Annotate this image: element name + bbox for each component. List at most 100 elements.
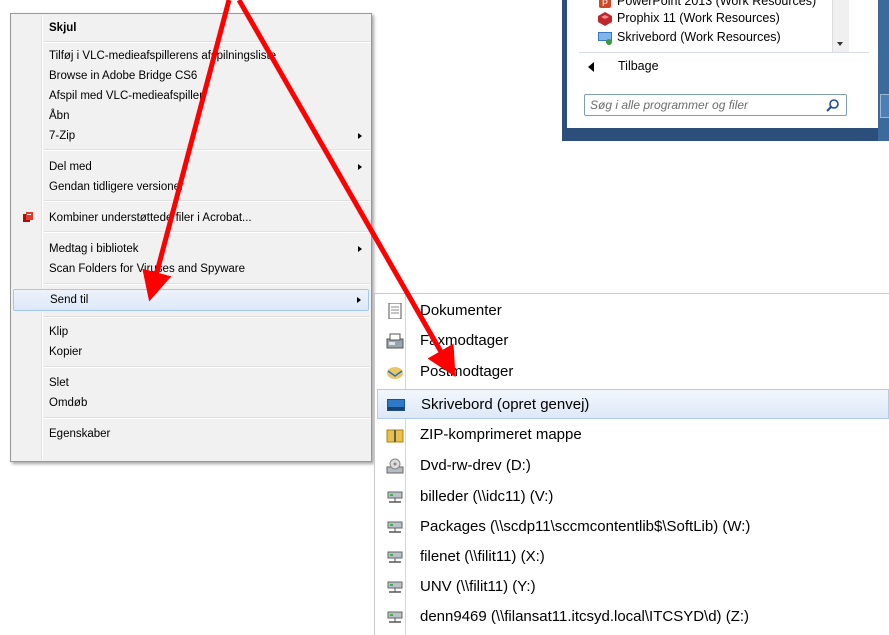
menu-item-7zip[interactable]: 7-Zip	[13, 126, 369, 146]
menu-item-label: Medtag i bibliotek	[49, 243, 139, 255]
menu-item-scan-viruses[interactable]: Scan Folders for Viruses and Spyware	[13, 259, 369, 279]
start-program-item[interactable]: P PowerPoint 2013 (Work Resources)	[599, 0, 817, 8]
sendto-label: Dokumenter	[420, 302, 502, 319]
powerpoint-icon: P	[598, 0, 612, 9]
back-arrow-icon[interactable]	[588, 62, 594, 72]
menu-item-label: Kombiner understøttede filer i Acrobat..…	[49, 212, 252, 224]
dvd-drive-icon	[386, 458, 404, 474]
menu-item-adobe-bridge[interactable]: Browse in Adobe Bridge CS6	[13, 66, 369, 86]
sendto-label: denn9469 (\\filansat11.itcsyd.local\ITCS…	[420, 608, 750, 625]
sendto-label: Faxmodtager	[420, 332, 509, 349]
submenu-arrow-icon	[358, 133, 362, 139]
zip-folder-icon	[386, 429, 404, 443]
context-menu: Skjul Tilføj i VLC-medieafspillerens afs…	[10, 13, 372, 462]
sendto-documents[interactable]: Dokumenter	[377, 296, 889, 326]
submenu-arrow-icon	[358, 246, 362, 252]
menu-item-rename[interactable]: Omdøb	[13, 393, 369, 413]
sendto-zip-folder[interactable]: ZIP-komprimeret mappe	[377, 420, 889, 450]
sendto-label: Postmodtager	[420, 363, 514, 380]
desktop-icon	[598, 31, 612, 45]
menu-item-label: Slet	[49, 377, 69, 389]
menu-item-delete[interactable]: Slet	[13, 373, 369, 393]
search-icon[interactable]	[826, 98, 840, 112]
sendto-label: UNV (\\filit11) (Y:)	[420, 578, 536, 595]
menu-item-send-to[interactable]: Send til	[13, 289, 369, 311]
menu-item-label: Del med	[49, 161, 92, 173]
sendto-dvd-drive[interactable]: Dvd-rw-drev (D:)	[377, 451, 889, 481]
start-program-label: Skrivebord (Work Resources)	[617, 30, 781, 44]
menu-item-label: Gendan tidligere versioner	[49, 181, 184, 193]
mail-icon	[387, 367, 403, 379]
start-program-label: PowerPoint 2013 (Work Resources)	[617, 0, 817, 8]
menu-separator	[44, 231, 370, 233]
network-drive-icon	[387, 551, 403, 563]
menu-item-vlc-playlist[interactable]: Tilføj i VLC-medieafspillerens afspilnin…	[13, 46, 369, 66]
menu-item-vlc-play[interactable]: Afspil med VLC-medieafspiller	[13, 86, 369, 106]
menu-item-label: Afspil med VLC-medieafspiller	[49, 90, 204, 102]
menu-item-restore-versions[interactable]: Gendan tidligere versioner	[13, 177, 369, 197]
submenu-arrow-icon	[357, 297, 361, 303]
menu-item-label: Tilføj i VLC-medieafspillerens afspilnin…	[49, 50, 277, 62]
scroll-down-icon[interactable]	[837, 42, 843, 46]
sendto-label: Dvd-rw-drev (D:)	[420, 457, 531, 474]
menu-separator	[44, 366, 370, 368]
menu-item-label: Send til	[50, 294, 89, 306]
start-menu-scrollbar[interactable]	[832, 0, 849, 52]
menu-item-label: Klip	[49, 326, 69, 338]
sendto-label: Packages (\\scdp11\sccmcontentlib$\SoftL…	[420, 518, 751, 535]
network-drive-icon	[387, 581, 403, 593]
network-drive-icon	[387, 521, 403, 533]
menu-item-hide[interactable]: Skjul	[13, 18, 369, 38]
menu-item-label: Scan Folders for Viruses and Spyware	[49, 263, 246, 275]
sendto-label: ZIP-komprimeret mappe	[420, 426, 582, 443]
sendto-fax[interactable]: Faxmodtager	[377, 326, 889, 356]
menu-item-label: Omdøb	[49, 397, 88, 409]
sendto-network-drive-x[interactable]: filenet (\\filit11) (X:)	[377, 542, 889, 572]
sendto-network-drive-v[interactable]: billeder (\\idc11) (V:)	[377, 482, 889, 512]
sendto-desktop-shortcut[interactable]: Skrivebord (opret genvej)	[377, 389, 889, 419]
fax-icon	[386, 333, 404, 349]
prophix-icon	[598, 12, 612, 26]
menu-item-label: Browse in Adobe Bridge CS6	[49, 70, 198, 82]
start-menu-divider	[579, 52, 869, 53]
menu-item-copy[interactable]: Kopier	[13, 342, 369, 362]
sendto-label: filenet (\\filit11) (X:)	[420, 548, 545, 565]
sendto-network-drive-w[interactable]: Packages (\\scdp11\sccmcontentlib$\SoftL…	[377, 512, 889, 542]
acrobat-icon	[23, 212, 33, 222]
sendto-label: billeder (\\idc11) (V:)	[420, 488, 554, 505]
start-menu: P PowerPoint 2013 (Work Resources) Proph…	[562, 0, 889, 141]
start-menu-panel: P PowerPoint 2013 (Work Resources) Proph…	[567, 0, 878, 128]
menu-item-open[interactable]: Åbn	[13, 106, 369, 126]
menu-item-label: Kopier	[49, 346, 83, 358]
menu-item-label: Egenskaber	[49, 428, 111, 440]
start-program-item[interactable]: Skrivebord (Work Resources)	[598, 30, 781, 45]
documents-icon	[388, 303, 402, 319]
network-drive-icon	[387, 491, 403, 503]
menu-separator	[44, 149, 370, 151]
sendto-mail[interactable]: Postmodtager	[377, 357, 889, 387]
submenu-arrow-icon	[358, 164, 362, 170]
menu-item-label: 7-Zip	[49, 130, 76, 142]
network-drive-icon	[387, 611, 403, 623]
start-program-item[interactable]: Prophix 11 (Work Resources)	[598, 11, 780, 26]
menu-item-properties[interactable]: Egenskaber	[13, 424, 369, 444]
shutdown-button[interactable]	[880, 94, 889, 118]
menu-item-label: Skjul	[49, 22, 77, 34]
back-button[interactable]: Tilbage	[618, 59, 659, 73]
desktop-icon	[387, 399, 405, 411]
svg-text:P: P	[602, 0, 608, 8]
sendto-network-drive-z[interactable]: denn9469 (\\filansat11.itcsyd.local\ITCS…	[377, 602, 889, 632]
menu-separator	[44, 200, 370, 202]
sendto-network-drive-y[interactable]: UNV (\\filit11) (Y:)	[377, 572, 889, 602]
menu-separator	[44, 417, 370, 419]
menu-item-include-in-library[interactable]: Medtag i bibliotek	[13, 239, 369, 259]
menu-separator	[44, 316, 370, 318]
search-input[interactable]: Søg i alle programmer og filer	[584, 94, 847, 116]
sendto-label: Skrivebord (opret genvej)	[421, 396, 590, 413]
menu-separator	[44, 41, 370, 43]
start-program-label: Prophix 11 (Work Resources)	[617, 11, 780, 25]
menu-item-share-with[interactable]: Del med	[13, 157, 369, 177]
menu-item-acrobat-combine[interactable]: Kombiner understøttede filer i Acrobat..…	[13, 208, 369, 228]
start-menu-right-pane	[878, 0, 889, 141]
menu-item-cut[interactable]: Klip	[13, 322, 369, 342]
